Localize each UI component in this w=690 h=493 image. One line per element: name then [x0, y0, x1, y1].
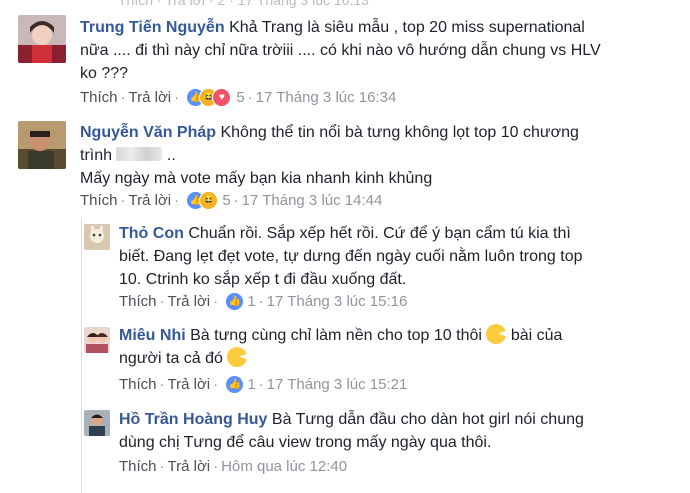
reply-text-line1: Bà Tưng dẫn đầu cho dàn hot girl nói chu…	[271, 411, 584, 428]
comment-author[interactable]: Trung Tiến Nguyễn	[80, 19, 225, 36]
avatar[interactable]	[18, 121, 66, 169]
comment-text-line2: nữa .... đi thì này chỉ nữa trờiii .... …	[80, 42, 601, 59]
reply-body: Hồ Trần Hoàng Huy Bà Tưng dẫn đầu cho dà…	[119, 408, 679, 454]
reply-thread-line	[81, 218, 82, 493]
reply-link[interactable]: Trả lời	[168, 376, 211, 393]
reply-text-line1: Bà tưng cùng chỉ làm nền cho top 10 thôi	[190, 327, 482, 344]
like-link[interactable]: Thích	[119, 376, 157, 393]
comment-actions: Thích · Trả lời · 👍 😆 5 · 17 Tháng 3 lúc 14:4…	[80, 191, 383, 210]
reaction-count: 5	[236, 89, 245, 106]
reply-text-line1b: bài của	[510, 327, 563, 344]
reply-link[interactable]: Trả lời	[168, 458, 211, 475]
comment-timestamp[interactable]: 17 Tháng 3 lúc 16:34	[256, 89, 397, 106]
like-link[interactable]: Thích	[119, 458, 157, 475]
reply-text-line2: người ta cả đó	[119, 350, 223, 367]
reply-timestamp[interactable]: Hôm qua lúc 12:40	[221, 458, 347, 475]
reply-author[interactable]: Thỏ Con	[119, 225, 184, 242]
reply-body: Thỏ Con Chuẩn rồi. Sắp xếp hết rồi. Cứ đ…	[119, 222, 679, 291]
like-link[interactable]: Thích	[119, 293, 157, 310]
comment-actions: Thích · Trả lời · 👍 😆 ♥ 5 · 17 Tháng 3 lúc 16…	[80, 88, 397, 107]
pacman-emoji-icon	[486, 324, 507, 344]
reply-author[interactable]: Hồ Trần Hoàng Huy	[119, 411, 267, 428]
reply-author[interactable]: Miêu Nhi	[119, 327, 186, 344]
reply-text-line1: Chuẩn rồi. Sắp xếp hết rồi. Cứ để ý bạn …	[188, 225, 571, 242]
pacman-emoji-icon	[227, 347, 248, 367]
blurred-text	[116, 147, 163, 161]
previous-comment-actions-cut: Thích · Trả lời · 2 · 17 Tháng 3 lúc 16:…	[118, 0, 369, 8]
comment-text-line3: Mấy ngày mà vote mấy bạn kia nhanh kinh …	[80, 170, 433, 187]
reply-timestamp[interactable]: 17 Tháng 3 lúc 15:16	[267, 293, 408, 310]
reply-body: Miêu Nhi Bà tưng cùng chỉ làm nền cho to…	[119, 324, 679, 370]
avatar[interactable]	[84, 224, 110, 250]
comment-timestamp[interactable]: 17 Tháng 3 lúc 14:44	[242, 192, 383, 209]
reply-text-line3: 10. Ctrinh ko sắp xếp t đi đầu xuống đất…	[119, 271, 407, 288]
comment-text-line3: ko ???	[80, 65, 129, 82]
comment-body: Trung Tiến Nguyễn Khả Trang là siêu mẫu …	[80, 16, 680, 85]
avatar[interactable]	[84, 410, 110, 436]
reaction-count: 1	[247, 293, 256, 310]
like-icon: 👍	[225, 375, 245, 394]
reply-link[interactable]: Trả lời	[129, 192, 172, 209]
reply-actions: Thích · Trả lời · 👍 1 · 17 Tháng 3 lúc 15:16	[119, 292, 408, 311]
comment-body: Nguyễn Văn Pháp Không thể tin nổi bà tưn…	[80, 124, 579, 187]
comment-text-line1: Khả Trang là siêu mẫu , top 20 miss supe…	[229, 19, 585, 36]
reply-timestamp[interactable]: 17 Tháng 3 lúc 15:21	[267, 376, 408, 393]
reaction-summary[interactable]: 👍 😆	[186, 191, 222, 210]
like-link[interactable]: Thích	[80, 192, 118, 209]
reply-text-line2: biết. Đang lẹt đẹt vote, tự dưng đến ngà…	[119, 248, 583, 265]
comment-text-line2: trình	[80, 147, 113, 164]
love-icon: ♥	[212, 88, 232, 107]
reaction-summary[interactable]: 👍	[225, 375, 247, 394]
comment-text-line1: Không thể tin nổi bà tưng không lọt top …	[220, 124, 579, 141]
like-link[interactable]: Thích	[80, 89, 118, 106]
reaction-summary[interactable]: 👍 😆 ♥	[186, 88, 236, 107]
reply-link[interactable]: Trả lời	[168, 293, 211, 310]
reaction-count: 1	[247, 376, 256, 393]
comment-author[interactable]: Nguyễn Văn Pháp	[80, 124, 216, 141]
reply-link[interactable]: Trả lời	[129, 89, 172, 106]
avatar[interactable]	[84, 327, 110, 353]
avatar[interactable]	[18, 15, 66, 63]
like-icon: 👍	[225, 292, 245, 311]
reply-actions: Thích · Trả lời · Hôm qua lúc 12:40	[119, 458, 348, 475]
haha-icon: 😆	[199, 191, 219, 210]
reaction-summary[interactable]: 👍	[225, 292, 247, 311]
reply-actions: Thích · Trả lời · 👍 1 · 17 Tháng 3 lúc 15:21	[119, 375, 408, 394]
reaction-count: 5	[222, 192, 231, 209]
reply-text-line2: dùng chị Tưng để câu view trong mấy ngày…	[119, 434, 492, 451]
